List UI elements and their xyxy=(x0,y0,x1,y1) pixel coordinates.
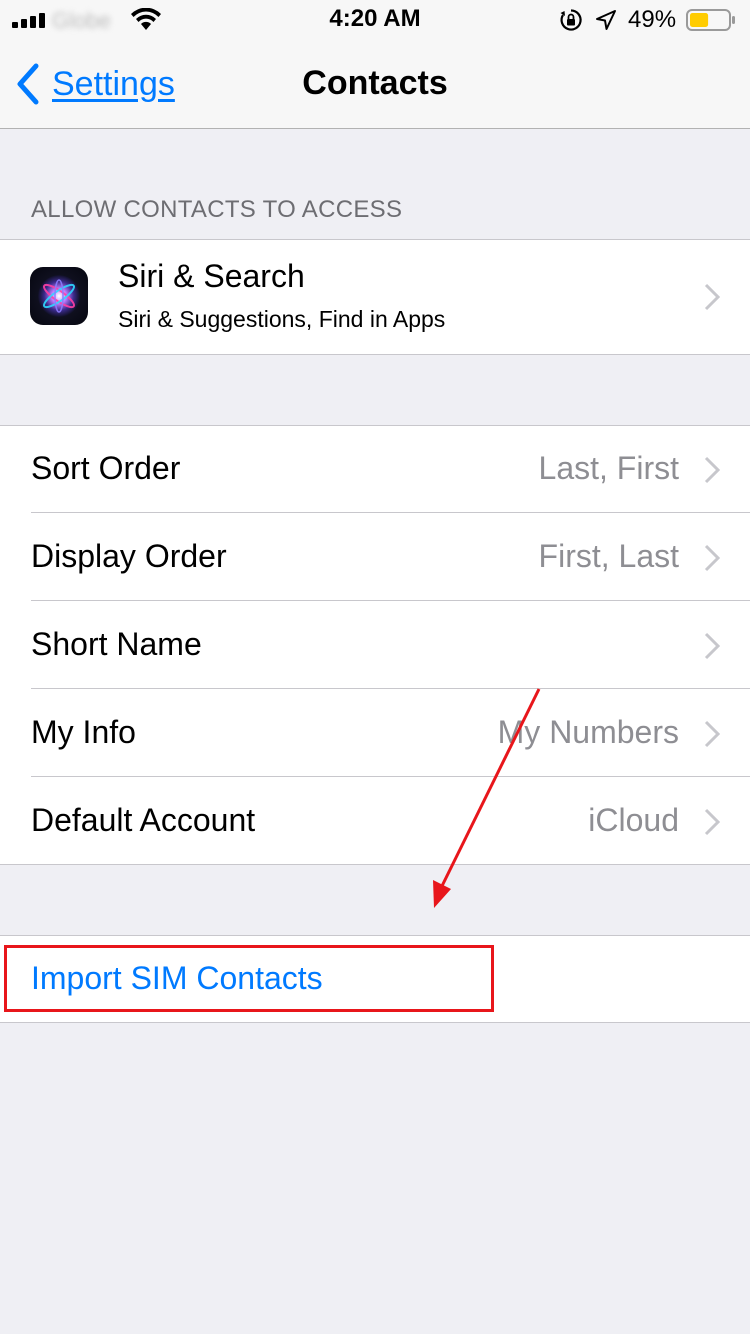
chevron-right-icon xyxy=(704,720,720,748)
row-divider xyxy=(31,688,750,689)
row-value: iCloud xyxy=(588,802,679,838)
chevron-right-icon xyxy=(704,456,720,484)
battery-icon xyxy=(686,9,735,31)
battery-percent: 49% xyxy=(628,6,677,33)
siri-icon xyxy=(30,267,88,325)
row-value: First, Last xyxy=(538,538,679,574)
rotation-lock-icon xyxy=(560,9,582,31)
siri-group xyxy=(0,239,750,355)
display-order-row[interactable]: Display Order First, Last xyxy=(0,514,750,601)
row-value: Last, First xyxy=(538,450,679,486)
row-label: Display Order xyxy=(31,538,227,574)
chevron-right-icon xyxy=(704,632,720,660)
import-sim-contacts-label: Import SIM Contacts xyxy=(31,960,323,996)
row-label: My Info xyxy=(31,714,136,750)
location-icon xyxy=(596,10,616,30)
my-info-row[interactable]: My Info My Numbers xyxy=(0,690,750,777)
import-group: Import SIM Contacts xyxy=(0,935,750,1023)
siri-search-title: Siri & Search xyxy=(118,258,305,294)
chevron-right-icon xyxy=(704,544,720,572)
short-name-row[interactable]: Short Name xyxy=(0,602,750,689)
contacts-settings-group: Sort Order Last, First Display Order Fir… xyxy=(0,425,750,865)
siri-search-row[interactable] xyxy=(0,240,750,354)
row-divider xyxy=(31,776,750,777)
back-button[interactable]: Settings xyxy=(14,60,175,108)
row-divider xyxy=(31,512,750,513)
carrier-name: Globe xyxy=(52,8,111,33)
back-button-label: Settings xyxy=(52,64,175,103)
section-header: ALLOW CONTACTS TO ACCESS xyxy=(31,196,403,223)
import-sim-contacts-button[interactable]: Import SIM Contacts xyxy=(0,936,750,1022)
chevron-left-icon xyxy=(17,63,39,105)
row-label: Default Account xyxy=(31,802,256,838)
row-label: Short Name xyxy=(31,626,202,662)
row-label: Sort Order xyxy=(31,450,181,486)
navigation-bar: Settings Contacts xyxy=(0,40,750,129)
row-value: My Numbers xyxy=(497,714,679,750)
siri-search-subtitle: Siri & Suggestions, Find in Apps xyxy=(118,306,446,332)
row-divider xyxy=(31,600,750,601)
chevron-right-icon xyxy=(704,283,720,311)
wifi-icon xyxy=(131,8,161,30)
default-account-row[interactable]: Default Account iCloud xyxy=(0,778,750,865)
chevron-right-icon xyxy=(704,808,720,836)
signal-icon xyxy=(12,12,48,28)
sort-order-row[interactable]: Sort Order Last, First xyxy=(0,426,750,513)
status-bar: Globe 4:20 AM 49% xyxy=(0,0,750,40)
